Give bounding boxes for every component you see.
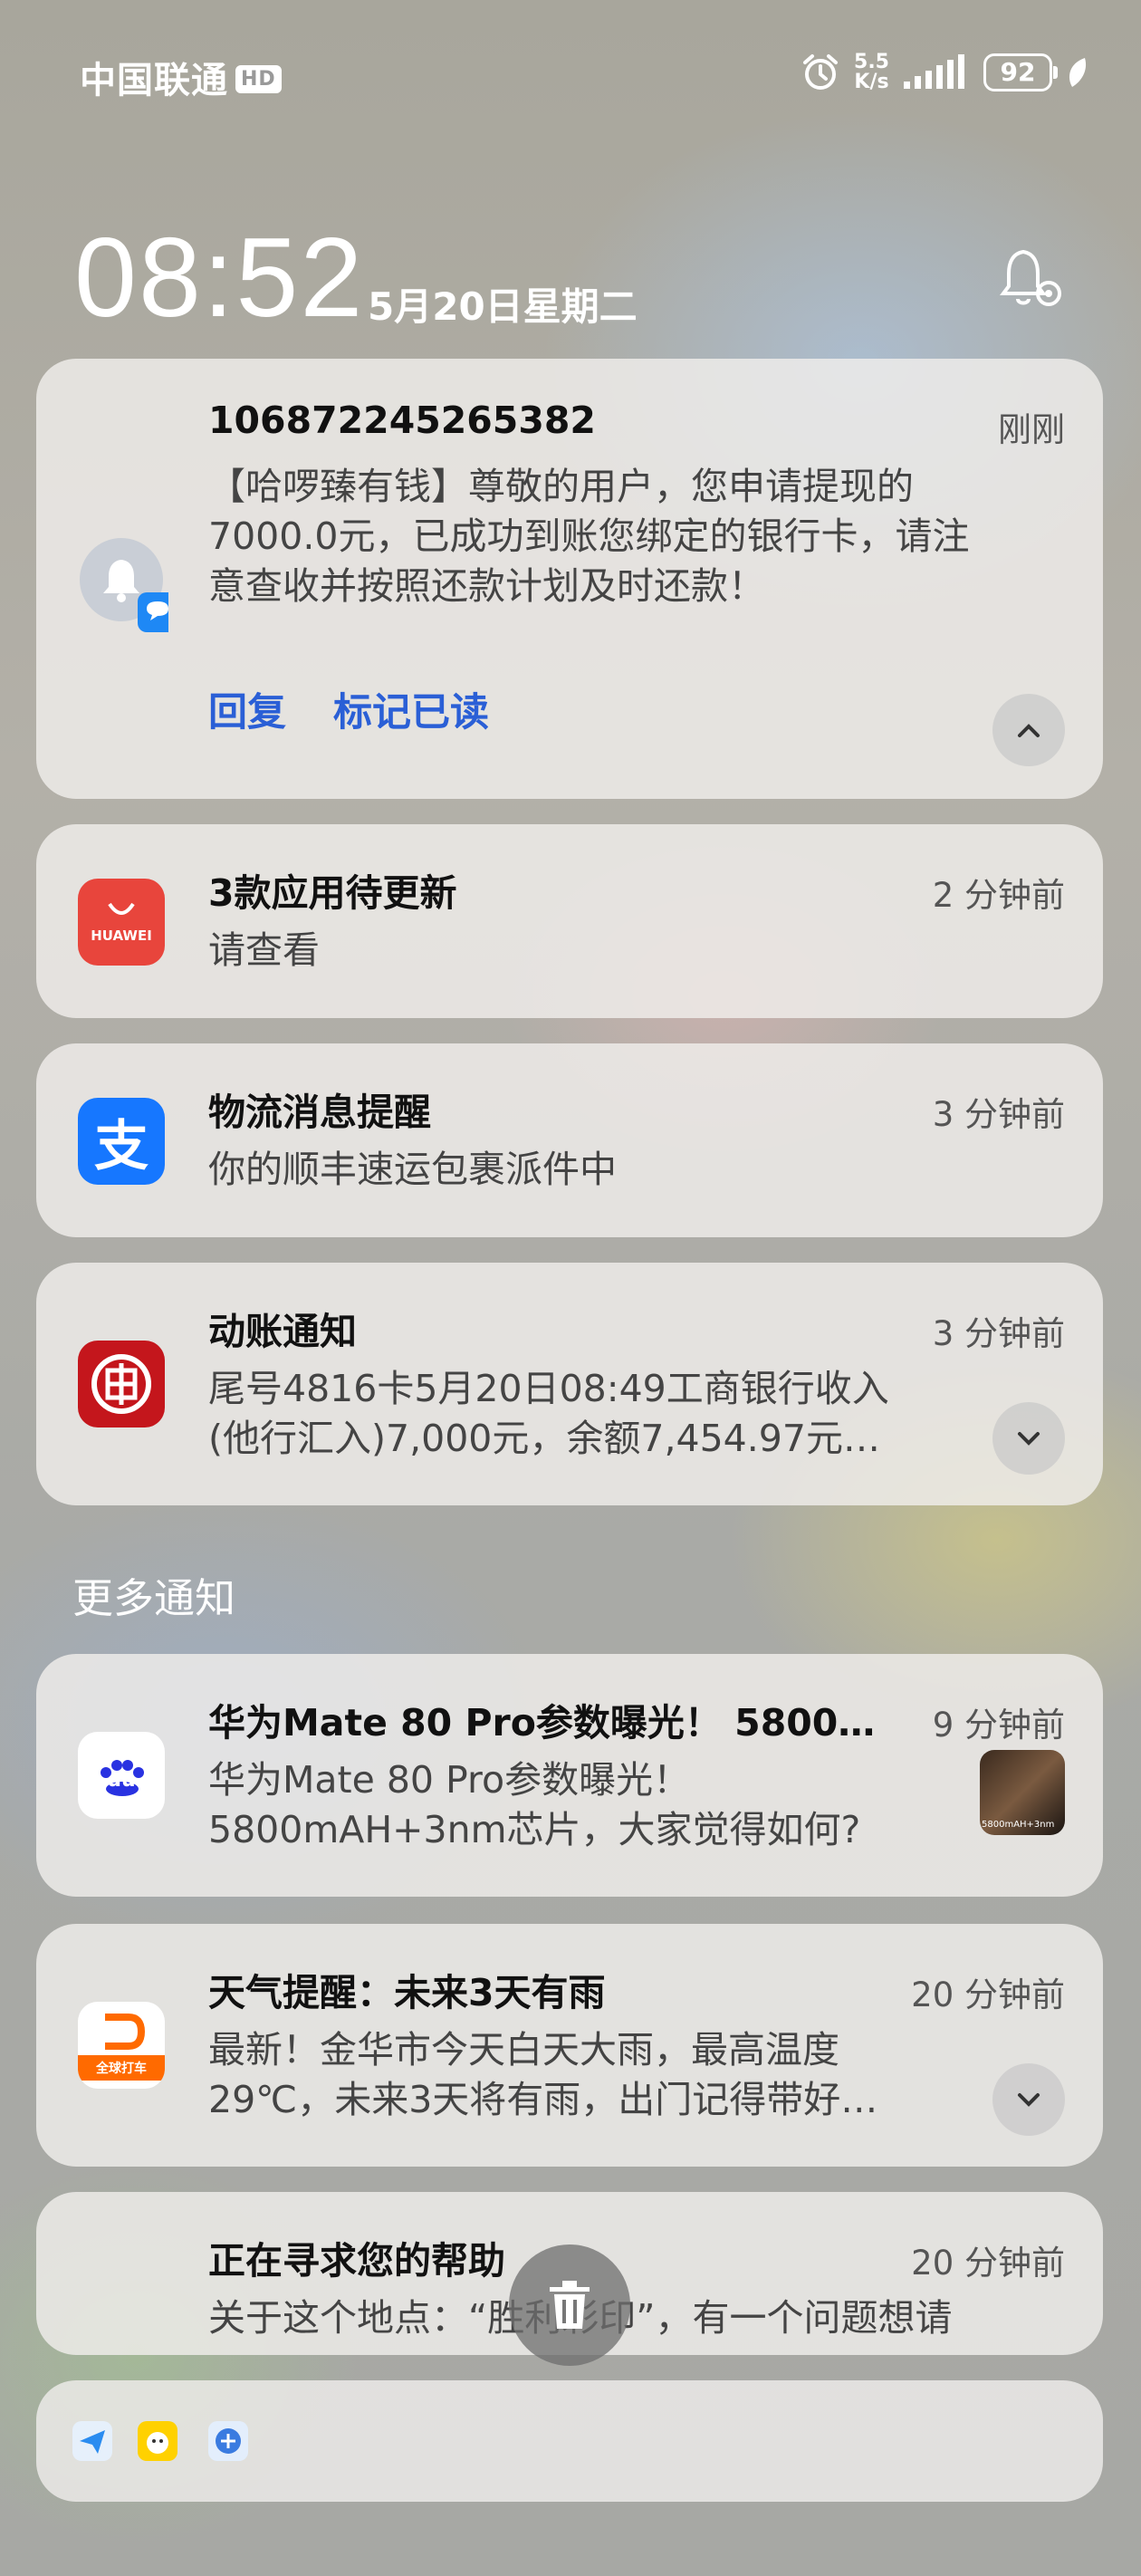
notification-time: 20 分钟前	[911, 1975, 1065, 2014]
leaf-icon	[1069, 58, 1087, 87]
notification-account-change[interactable]: 动账通知 3 分钟前 尾号4816卡5月20日08:49工商银行收入 (他行汇入…	[36, 1263, 1103, 1505]
body-line: 29℃，未来3天将有雨，出门记得带好…	[208, 2078, 878, 2121]
network-speed: 5.5 K/s	[854, 53, 889, 92]
body-line: 5800mAH+3nm芯片，大家觉得如何?	[208, 1808, 861, 1851]
notification-app-updates[interactable]: HUAWEI 3款应用待更新 2 分钟前 请查看	[36, 824, 1103, 1018]
body-line: 7000.0元，已成功到账您绑定的银行卡，请注	[208, 514, 970, 558]
didi-icon: 全球打车	[78, 2002, 165, 2089]
notification-body: 尾号4816卡5月20日08:49工商银行收入 (他行汇入)7,000元，余额7…	[208, 1364, 1005, 1464]
notification-time: 9 分钟前	[932, 1706, 1065, 1745]
battery-icon: 92	[983, 53, 1058, 91]
alarm-icon	[803, 54, 839, 90]
didi-icon-label: 全球打车	[78, 2055, 165, 2081]
browser-app-icon[interactable]	[208, 2421, 248, 2461]
mark-read-button[interactable]: 标记已读	[333, 681, 489, 737]
notification-body: 请查看	[208, 928, 320, 972]
thumbnail-caption: 5800mAH+3nm	[982, 1820, 1055, 1830]
notification-thumbnail: 5800mAH+3nm	[980, 1750, 1065, 1835]
reply-button[interactable]: 回复	[208, 681, 286, 737]
notification-title: 动账通知	[208, 1310, 357, 1353]
body-line: 华为Mate 80 Pro参数曝光！	[208, 1758, 691, 1802]
notification-title: 华为Mate 80 Pro参数曝光！ 5800…	[208, 1701, 876, 1745]
notification-time: 刚刚	[998, 410, 1065, 449]
notification-body: 【哈啰臻有钱】尊敬的用户，您申请提现的 7000.0元，已成功到账您绑定的银行卡…	[208, 462, 1114, 611]
lock-time: 08:52	[74, 216, 365, 341]
hd-badge: HD	[235, 64, 282, 93]
carrier-name: 中国联通 HD	[80, 51, 282, 103]
notification-title: 106872245265382	[208, 399, 596, 442]
notification-app-dock	[36, 2380, 1103, 2502]
huawei-appgallery-icon: HUAWEI	[78, 879, 165, 966]
notification-body: 华为Mate 80 Pro参数曝光！ 5800mAH+3nm芯片，大家觉得如何?	[208, 1755, 987, 1855]
notification-time: 3 分钟前	[932, 1095, 1065, 1134]
notification-body: 最新！金华市今天白天大雨，最高温度 29℃，未来3天将有雨，出门记得带好…	[208, 2025, 1005, 2125]
messages-icon	[78, 536, 177, 636]
signal-icon	[904, 54, 964, 89]
body-line: 意查收并按照还款计划及时还款！	[208, 564, 765, 608]
notification-baidu[interactable]: du 华为Mate 80 Pro参数曝光！ 5800… 9 分钟前 华为Mate…	[36, 1654, 1103, 1897]
meituan-app-icon[interactable]	[138, 2421, 177, 2461]
chevron-down-icon	[1018, 1432, 1040, 1446]
alipay-icon: 支	[78, 1098, 165, 1185]
notification-title: 3款应用待更新	[208, 871, 457, 915]
notification-title: 天气提醒：未来3天有雨	[208, 1971, 606, 2014]
net-speed-value: 5.5	[854, 51, 889, 73]
notification-logistics[interactable]: 支 物流消息提醒 3 分钟前 你的顺丰速运包裹派件中	[36, 1043, 1103, 1237]
lock-date: 5月20日星期二	[368, 284, 638, 329]
baidu-icon-label: du	[107, 1768, 136, 1792]
notification-settings-icon[interactable]	[996, 243, 1069, 315]
send-app-icon[interactable]	[72, 2421, 112, 2461]
expand-button[interactable]	[992, 1402, 1065, 1475]
status-bar: 中国联通 HD 5.5 K/s 92	[0, 45, 1141, 103]
chevron-up-icon	[1018, 724, 1040, 737]
more-notifications-label: 更多通知	[72, 1574, 236, 1622]
notification-time: 3 分钟前	[932, 1314, 1065, 1353]
alipay-icon-label: 支	[94, 1114, 149, 1178]
notification-title: 物流消息提醒	[208, 1091, 431, 1134]
notification-weather[interactable]: 全球打车 天气提醒：未来3天有雨 20 分钟前 最新！金华市今天白天大雨，最高温…	[36, 1924, 1103, 2167]
baidu-icon: du	[78, 1732, 165, 1819]
huawei-icon-label: HUAWEI	[91, 928, 152, 944]
notification-time: 20 分钟前	[911, 2244, 1065, 2283]
net-speed-unit: K/s	[854, 71, 889, 93]
body-line: 最新！金华市今天白天大雨，最高温度	[208, 2028, 839, 2071]
body-line: 尾号4816卡5月20日08:49工商银行收入	[208, 1367, 889, 1410]
notification-time: 2 分钟前	[932, 876, 1065, 915]
notification-body: 你的顺丰速运包裹派件中	[208, 1148, 617, 1191]
notification-body: 关于这个地点：“胜利彩印”，有一个问题想请	[208, 2293, 1103, 2343]
collapse-button[interactable]	[992, 694, 1065, 766]
clear-all-button[interactable]	[509, 2244, 630, 2366]
trash-icon	[550, 2281, 590, 2329]
notification-sms[interactable]: 106872245265382 刚刚 【哈啰臻有钱】尊敬的用户，您申请提现的 7…	[36, 359, 1103, 799]
carrier-label: 中国联通	[80, 60, 228, 101]
body-line: 【哈啰臻有钱】尊敬的用户，您申请提现的	[208, 465, 914, 508]
icbc-icon	[78, 1341, 165, 1427]
status-icons: 5.5 K/s 92	[800, 45, 1088, 100]
body-line: (他行汇入)7,000元，余额7,454.97元…	[208, 1417, 880, 1460]
notification-title: 正在寻求您的帮助	[208, 2239, 505, 2283]
chevron-down-icon	[1018, 2093, 1040, 2107]
expand-button[interactable]	[992, 2063, 1065, 2136]
